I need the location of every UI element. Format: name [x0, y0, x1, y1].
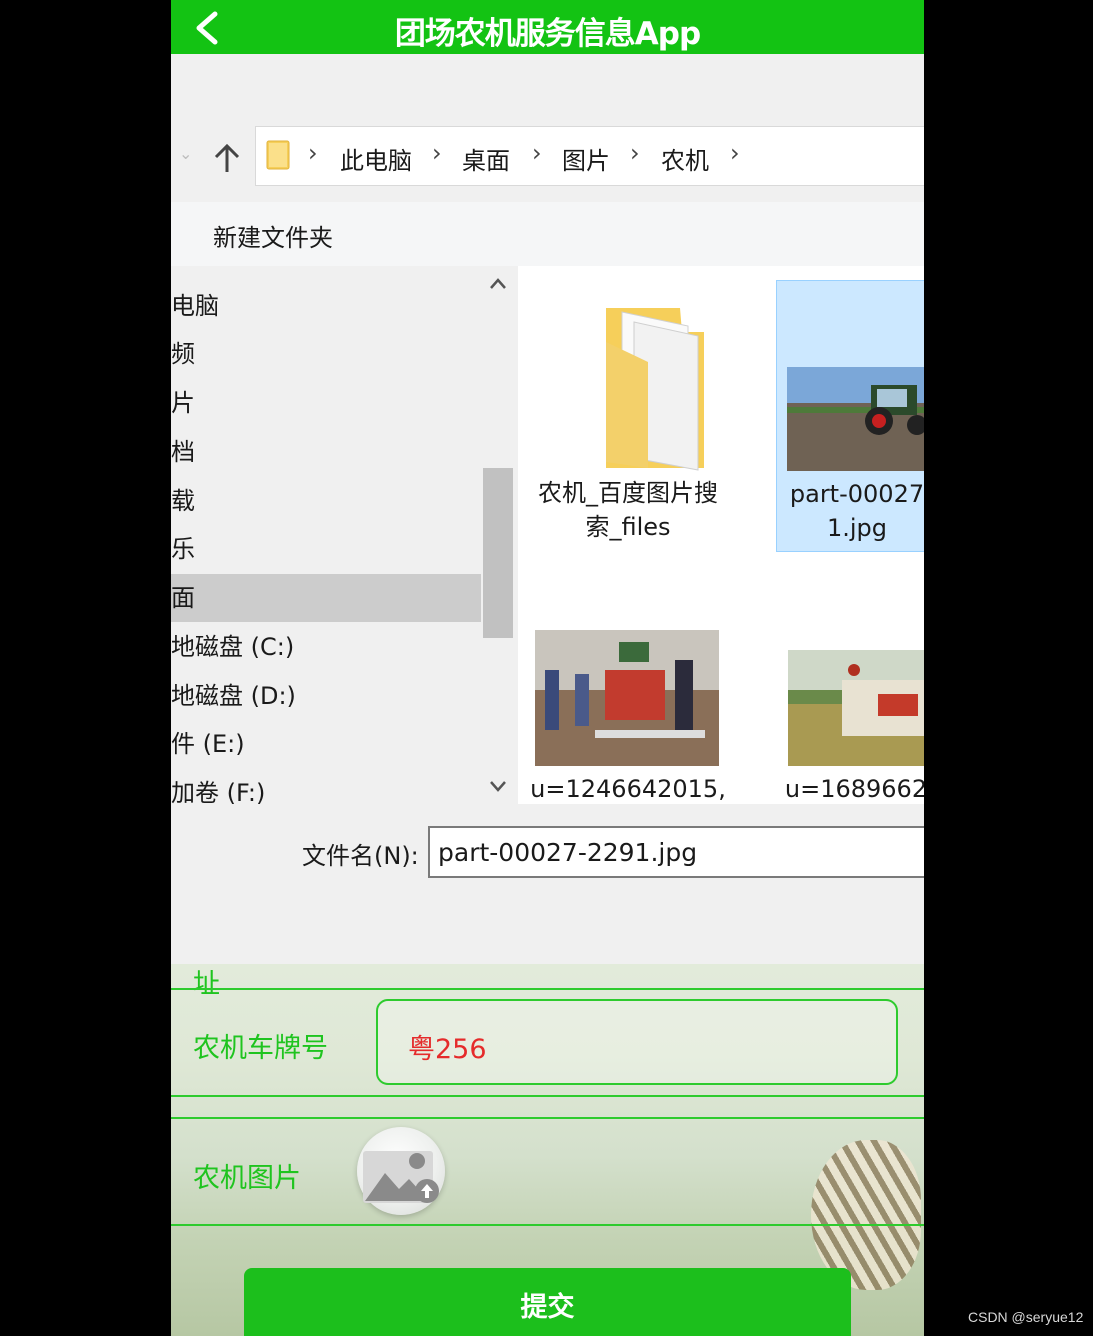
form-divider	[171, 1224, 924, 1226]
navigation-pane: 电脑 频 片 档 载 乐 面 地磁盘 (C:) 地磁盘 (D:) 件 (E:) …	[171, 266, 483, 807]
nav-item-this-pc[interactable]: 电脑	[171, 282, 481, 330]
scroll-down-chevron-icon[interactable]	[488, 776, 508, 796]
breadcrumb-separator-icon: ›	[532, 139, 542, 167]
form-divider	[171, 988, 924, 990]
watermark: CSDN @seryue12	[968, 1309, 1084, 1325]
plate-label: 农机车牌号	[193, 1033, 328, 1064]
field-workers-photo-thumbnail	[535, 630, 719, 766]
breadcrumb-farm-machinery[interactable]: 农机	[661, 141, 709, 176]
file-name-line1: u=1689662	[784, 775, 924, 803]
app-title: 团场农机服务信息App	[394, 16, 701, 52]
address-label-partial: 址	[193, 969, 220, 1000]
file-item-image[interactable]: u=1689662	[776, 626, 924, 804]
nav-item-drive-c[interactable]: 地磁盘 (C:)	[171, 623, 481, 671]
breadcrumb-separator-icon: ›	[730, 139, 740, 167]
plate-number-value: 粤256	[408, 1034, 487, 1065]
breadcrumb-separator-icon: ›	[308, 139, 318, 167]
nav-item-videos[interactable]: 频	[171, 330, 481, 378]
form-divider	[171, 1117, 924, 1119]
file-open-dialog: ⌄ › 此电脑 › 桌面 › 图片 › 农机 › 新建文件夹 电脑 频 片 档 …	[171, 54, 924, 964]
address-row: ⌄ › 此电脑 › 桌面 › 图片 › 农机 ›	[171, 124, 924, 194]
nav-pane-scrollbar[interactable]	[483, 266, 513, 804]
file-item-folder[interactable]: 农机_百度图片搜 索_files	[530, 280, 726, 552]
nav-item-documents[interactable]: 档	[171, 428, 481, 476]
new-folder-button[interactable]: 新建文件夹	[213, 218, 333, 253]
filename-row: 文件名(N): part-00027-2291.jpg	[171, 806, 924, 886]
breadcrumb-this-pc[interactable]: 此电脑	[340, 141, 412, 176]
phone-screen: 址 农机车牌号 粤256 农机图片 提交 团场农机服务信息App ⌄ › 此电脑…	[171, 0, 924, 1336]
nav-item-drive-d[interactable]: 地磁盘 (D:)	[171, 672, 481, 720]
form-divider	[171, 1095, 924, 1097]
file-name-line2: 1.jpg	[826, 514, 888, 542]
filename-label: 文件名(N):	[302, 842, 419, 870]
file-name-line1: 农机_百度图片搜	[538, 479, 718, 507]
file-list: 农机_百度图片搜 索_files part-00027 1.jpg u=1246…	[518, 266, 924, 804]
breadcrumb-pictures[interactable]: 图片	[562, 141, 610, 176]
command-bar: 新建文件夹	[171, 202, 924, 266]
app-header: 团场农机服务信息App	[171, 0, 924, 54]
nav-item-drive-e[interactable]: 件 (E:)	[171, 720, 481, 768]
image-label: 农机图片	[193, 1163, 301, 1194]
image-upload-icon	[363, 1151, 439, 1203]
scroll-up-chevron-icon[interactable]	[488, 274, 508, 294]
breadcrumb-separator-icon: ›	[630, 139, 640, 167]
up-arrow-icon[interactable]	[211, 138, 243, 178]
recent-locations-chevron-icon[interactable]: ⌄	[179, 144, 192, 163]
file-item-tractor-image[interactable]: part-00027 1.jpg	[776, 280, 924, 552]
file-name-line1: u=1246642015,	[530, 775, 726, 803]
folder-icon	[606, 308, 704, 471]
file-item-image[interactable]: u=1246642015,	[530, 626, 726, 804]
breadcrumb-separator-icon: ›	[432, 139, 442, 167]
address-bar[interactable]: › 此电脑 › 桌面 › 图片 › 农机 ›	[255, 126, 924, 186]
filename-input[interactable]: part-00027-2291.jpg	[428, 826, 924, 878]
image-upload-button[interactable]	[357, 1127, 445, 1215]
nav-item-pictures[interactable]: 片	[171, 379, 481, 427]
tractor-photo-thumbnail	[787, 367, 924, 471]
breadcrumb-desktop[interactable]: 桌面	[462, 141, 510, 176]
folder-icon	[266, 140, 290, 170]
plate-number-input[interactable]: 粤256	[376, 999, 898, 1085]
nav-item-music[interactable]: 乐	[171, 525, 481, 573]
harvester-photo-thumbnail	[788, 650, 924, 766]
nav-item-desktop[interactable]: 面	[171, 574, 481, 622]
file-name-line2: 索_files	[585, 513, 671, 541]
file-name-line1: part-00027	[789, 480, 924, 508]
scrollbar-thumb[interactable]	[483, 468, 513, 638]
nav-item-downloads[interactable]: 载	[171, 477, 481, 525]
submit-button[interactable]: 提交	[244, 1268, 851, 1336]
